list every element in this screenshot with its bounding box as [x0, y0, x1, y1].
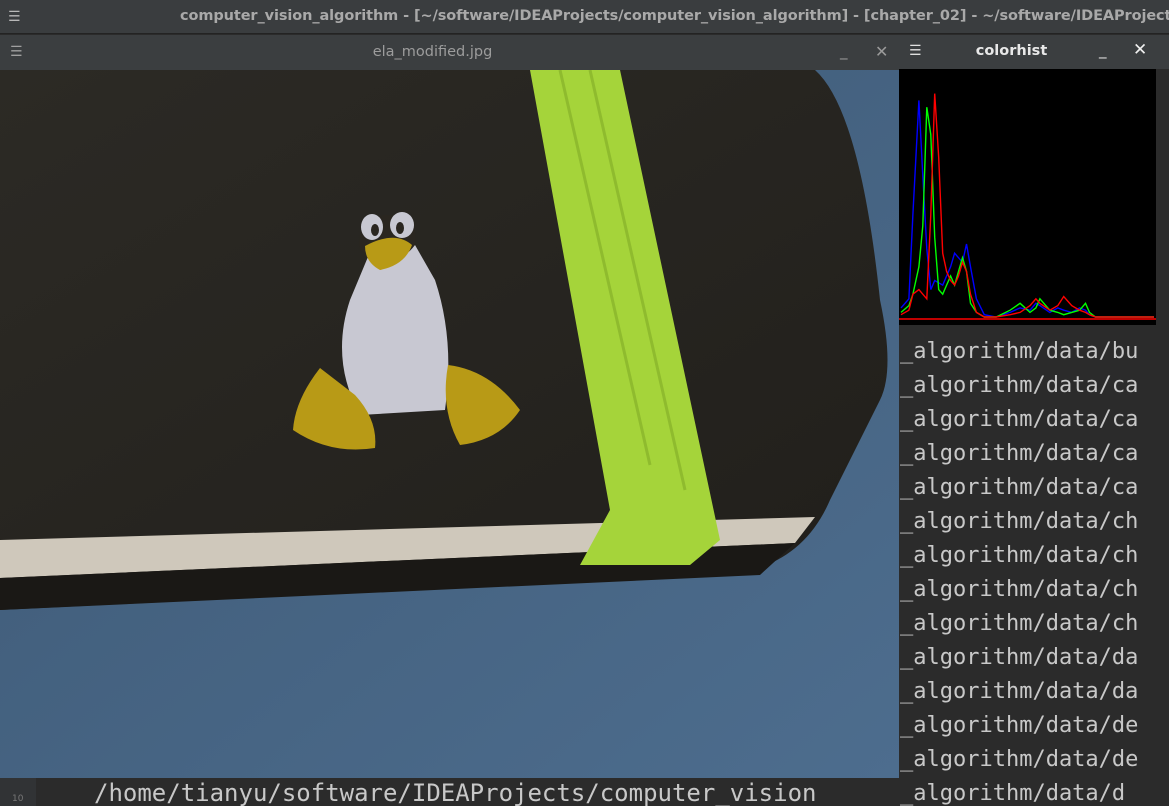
- image-window-title-bar[interactable]: ☰ ela_modified.jpg _ ✕: [0, 35, 899, 70]
- terminal-line: _algorithm/data/ch: [900, 509, 1139, 534]
- editor-gutter: 10: [0, 778, 36, 806]
- terminal-line: _algorithm/data/de: [900, 747, 1139, 772]
- histogram-series-1: [900, 107, 1154, 318]
- terminal-line: _algorithm/data/da: [900, 679, 1139, 704]
- terminal-line: _algorithm/data/da: [900, 645, 1139, 670]
- terminal-line: _algorithm/data/d: [900, 781, 1126, 806]
- close-icon[interactable]: ✕: [875, 42, 888, 61]
- colorhist-window-title: colorhist: [975, 43, 1048, 59]
- terminal-line: _algorithm/data/ca: [900, 407, 1139, 432]
- image-canvas[interactable]: [0, 70, 899, 778]
- hamburger-menu-icon[interactable]: ☰: [8, 9, 21, 25]
- histogram-plot: [899, 69, 1156, 325]
- image-window: ☰ ela_modified.jpg _ ✕: [0, 35, 899, 778]
- terminal-output: _algorithm/data/bu _algorithm/data/ca _alg…: [898, 325, 1169, 806]
- terminal-line: _algorithm/data/ch: [900, 543, 1139, 568]
- terminal-line: _algorithm/data/ca: [900, 475, 1139, 500]
- minimize-icon[interactable]: _: [840, 42, 848, 60]
- terminal-line: _algorithm/data/ca: [900, 373, 1139, 398]
- image-window-title: ela_modified.jpg: [372, 44, 493, 60]
- gutter-line-number: 10: [12, 794, 24, 804]
- terminal-line: _algorithm/data/ch: [900, 611, 1139, 636]
- close-icon[interactable]: ✕: [1133, 40, 1147, 60]
- ide-title-bar: ☰ computer_vision_algorithm - [~/softwar…: [0, 0, 1169, 34]
- desktop: _algorithm/data/bu _algorithm/data/ca _alg…: [0, 0, 1169, 806]
- terminal-path-line: /home/tianyu/software/IDEAProjects/compu…: [94, 779, 817, 806]
- terminal-line: _algorithm/data/bu: [900, 339, 1139, 364]
- minimize-icon[interactable]: _: [1099, 41, 1107, 59]
- terminal-line: _algorithm/data/ch: [900, 577, 1139, 602]
- colorhist-window: ☰ colorhist _ ✕: [899, 35, 1169, 325]
- colorhist-title-bar[interactable]: ☰ colorhist _ ✕: [899, 35, 1169, 69]
- terminal-line: _algorithm/data/de: [900, 713, 1139, 738]
- ide-window-title: computer_vision_algorithm - [~/software/…: [180, 8, 1169, 24]
- terminal-bottom-strip: 10 /home/tianyu/software/IDEAProjects/co…: [0, 778, 900, 806]
- terminal-line: _algorithm/data/ca: [900, 441, 1139, 466]
- window-edge: [1156, 69, 1169, 325]
